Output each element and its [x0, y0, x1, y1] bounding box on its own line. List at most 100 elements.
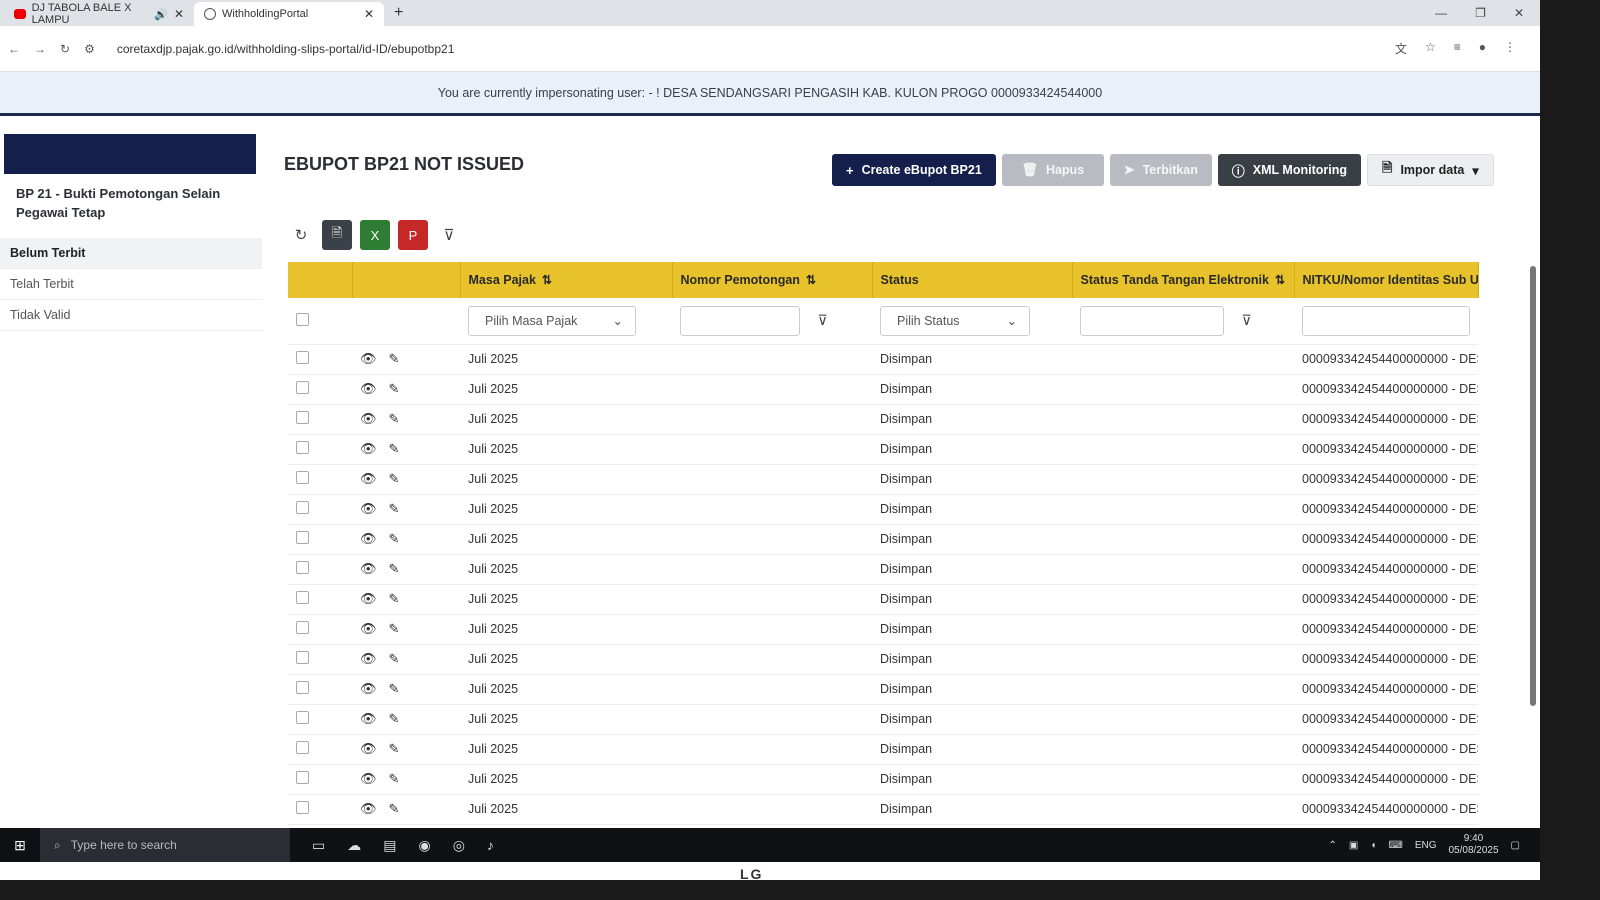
sort-icon[interactable]: ⇅	[1275, 273, 1285, 287]
close-window-icon[interactable]: ✕	[1514, 6, 1524, 20]
row-checkbox[interactable]	[296, 381, 309, 394]
row-checkbox[interactable]	[296, 651, 309, 664]
notifications-icon[interactable]: ▢	[1511, 840, 1520, 851]
header-nomor-pemotongan[interactable]: Nomor Pemotongan ⇅	[672, 262, 873, 298]
export-file-icon[interactable]: 🗎	[322, 220, 352, 250]
tray-chevron-icon[interactable]: ⌃	[1328, 840, 1336, 851]
export-pdf-icon[interactable]: P	[398, 220, 428, 250]
app-icon[interactable]: ♪	[487, 837, 494, 854]
edit-pencil-icon[interactable]: ✎	[389, 351, 400, 367]
bookmark-star-icon[interactable]: ☆	[1425, 40, 1436, 57]
edit-pencil-icon[interactable]: ✎	[389, 801, 400, 817]
edit-pencil-icon[interactable]: ✎	[389, 741, 400, 757]
edit-pencil-icon[interactable]: ✎	[389, 411, 400, 427]
view-eye-icon[interactable]: 👁	[360, 591, 377, 607]
view-eye-icon[interactable]: 👁	[360, 741, 377, 757]
refresh-icon[interactable]: ↻	[288, 220, 314, 250]
edit-pencil-icon[interactable]: ✎	[389, 381, 400, 397]
masa-pajak-select[interactable]: Pilih Masa Pajak ⌄	[468, 305, 636, 336]
row-checkbox[interactable]	[296, 351, 309, 364]
edit-pencil-icon[interactable]: ✎	[389, 531, 400, 547]
edit-pencil-icon[interactable]: ✎	[389, 651, 400, 667]
view-eye-icon[interactable]: 👁	[360, 711, 377, 727]
media-icon[interactable]: ≡	[1454, 40, 1461, 57]
back-icon[interactable]: ←	[8, 42, 20, 56]
edit-pencil-icon[interactable]: ✎	[389, 471, 400, 487]
windows-start-icon[interactable]: ⊞	[0, 837, 40, 854]
terbitkan-button[interactable]: ➤ Terbitkan	[1109, 154, 1212, 186]
filter-icon[interactable]: ⊽	[1241, 312, 1251, 329]
browser-tab-youtube[interactable]: DJ TABOLA BALE X LAMPU 🔊 ✕	[4, 2, 194, 26]
view-eye-icon[interactable]: 👁	[360, 381, 377, 397]
edit-pencil-icon[interactable]: ✎	[389, 711, 400, 727]
view-eye-icon[interactable]: 👁	[360, 621, 377, 637]
clear-filter-icon[interactable]: ⊽	[436, 220, 462, 250]
view-eye-icon[interactable]: 👁	[360, 441, 377, 457]
speaker-icon[interactable]: 🔊	[154, 8, 168, 21]
row-checkbox[interactable]	[296, 501, 309, 514]
cloud-app-icon[interactable]: ☁	[347, 837, 361, 854]
clock[interactable]: 9:40 05/08/2025	[1448, 833, 1498, 857]
select-all-checkbox[interactable]	[296, 312, 309, 326]
view-eye-icon[interactable]: 👁	[360, 471, 377, 487]
translate-icon[interactable]: 文	[1395, 40, 1407, 57]
edit-pencil-icon[interactable]: ✎	[389, 561, 400, 577]
page-scrollbar[interactable]	[1530, 266, 1536, 706]
row-checkbox[interactable]	[296, 681, 309, 694]
nomor-pemotongan-filter-input[interactable]	[680, 305, 800, 336]
chrome-icon[interactable]: ◎	[453, 837, 465, 854]
xml-monitoring-button[interactable]: ⓘ XML Monitoring	[1217, 154, 1361, 186]
task-view-icon[interactable]: ▭	[312, 837, 325, 854]
ttd-filter-input[interactable]	[1080, 305, 1224, 336]
minimize-icon[interactable]: —	[1435, 6, 1447, 20]
view-eye-icon[interactable]: 👁	[360, 771, 377, 787]
forward-icon[interactable]: →	[34, 42, 46, 56]
edit-pencil-icon[interactable]: ✎	[389, 501, 400, 517]
close-tab-icon[interactable]: ✕	[174, 7, 184, 21]
impor-data-button[interactable]: 🗎 Impor data ▾	[1367, 154, 1494, 186]
taskbar-search[interactable]: ⌕ Type here to search	[40, 828, 290, 862]
reload-icon[interactable]: ↻	[60, 42, 70, 56]
row-checkbox[interactable]	[296, 711, 309, 724]
row-checkbox[interactable]	[296, 441, 309, 454]
nitku-filter-input[interactable]	[1302, 305, 1470, 336]
row-checkbox[interactable]	[296, 561, 309, 574]
edit-pencil-icon[interactable]: ✎	[389, 441, 400, 457]
view-eye-icon[interactable]: 👁	[360, 681, 377, 697]
restore-icon[interactable]: ❐	[1475, 6, 1486, 20]
view-eye-icon[interactable]: 👁	[360, 561, 377, 577]
row-checkbox[interactable]	[296, 471, 309, 484]
menu-kebab-icon[interactable]: ⋮	[1504, 40, 1516, 57]
network-icon[interactable]: ▣	[1349, 840, 1358, 851]
header-ttd-elektronik[interactable]: Status Tanda Tangan Elektronik ⇅	[1072, 262, 1295, 298]
create-ebupot-button[interactable]: + Create eBupot BP21	[832, 154, 996, 186]
row-checkbox[interactable]	[296, 411, 309, 424]
keyboard-icon[interactable]: ⌨	[1388, 840, 1402, 851]
sidebar-item-belum-terbit[interactable]: Belum Terbit	[0, 238, 262, 269]
view-eye-icon[interactable]: 👁	[360, 801, 377, 817]
status-select[interactable]: Pilih Status ⌄	[880, 305, 1030, 336]
close-tab-icon[interactable]: ✕	[364, 7, 374, 21]
view-eye-icon[interactable]: 👁	[360, 651, 377, 667]
header-masa-pajak[interactable]: Masa Pajak ⇅	[460, 262, 673, 298]
view-eye-icon[interactable]: 👁	[360, 531, 377, 547]
url-field[interactable]: coretaxdjp.pajak.go.id/withholding-slips…	[109, 42, 1381, 56]
row-checkbox[interactable]	[296, 801, 309, 814]
view-eye-icon[interactable]: 👁	[360, 501, 377, 517]
edit-pencil-icon[interactable]: ✎	[389, 681, 400, 697]
new-tab-button[interactable]: +	[384, 2, 413, 26]
volume-icon[interactable]: ◖	[1370, 840, 1376, 851]
sort-icon[interactable]: ⇅	[806, 273, 816, 287]
firefox-icon[interactable]: ◉	[418, 837, 430, 854]
file-explorer-icon[interactable]: ▤	[383, 837, 396, 854]
site-settings-icon[interactable]: ⚙	[84, 42, 95, 56]
row-checkbox[interactable]	[296, 531, 309, 544]
row-checkbox[interactable]	[296, 741, 309, 754]
view-eye-icon[interactable]: 👁	[360, 351, 377, 367]
row-checkbox[interactable]	[296, 591, 309, 604]
edit-pencil-icon[interactable]: ✎	[389, 591, 400, 607]
export-excel-icon[interactable]: X	[360, 220, 390, 250]
browser-tab-withholding[interactable]: WithholdingPortal ✕	[194, 2, 384, 26]
profile-avatar-icon[interactable]: ●	[1479, 40, 1486, 57]
hapus-button[interactable]: 🗑 Hapus	[1001, 154, 1104, 186]
